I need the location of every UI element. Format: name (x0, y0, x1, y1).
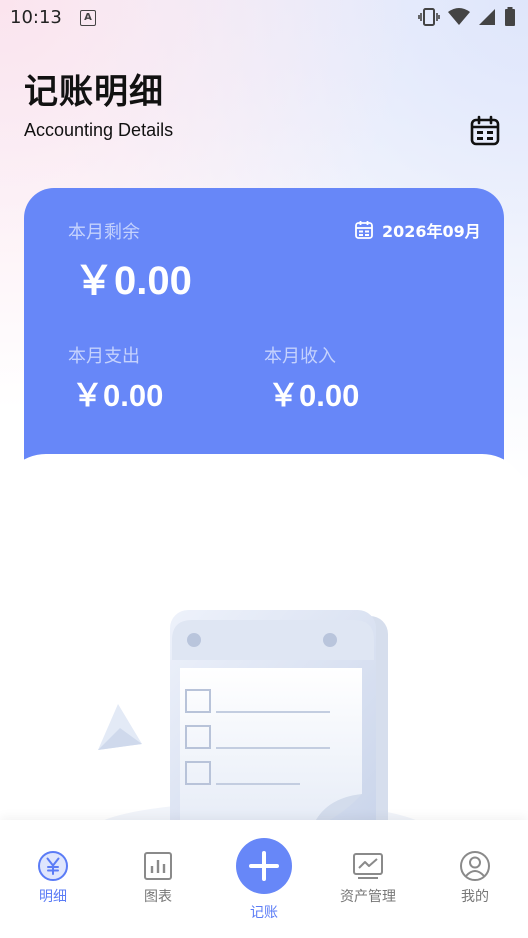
nav-item-profile[interactable]: 我的 (425, 820, 525, 920)
status-icons (418, 7, 516, 27)
expense-label: 本月支出 (68, 346, 140, 367)
nav-item-charts[interactable]: 图表 (108, 820, 208, 920)
remaining-label: 本月剩余 (68, 222, 140, 243)
bottom-navigation: 明细 图表 记账 资产管理 我的 (0, 820, 528, 938)
status-bar: 10:13 A (0, 0, 528, 36)
records-panel (0, 454, 528, 874)
nav-item-assets[interactable]: 资产管理 (318, 820, 418, 920)
status-time: 10:13 (10, 7, 62, 28)
page-title: 记账明细 (24, 72, 164, 112)
nav-label-assets: 资产管理 (340, 889, 396, 905)
nav-label-add-record[interactable]: 记账 (236, 902, 292, 922)
calendar-icon (470, 115, 500, 146)
page-subtitle: Accounting Details (24, 120, 174, 140)
income-label: 本月收入 (264, 346, 336, 367)
calendar-small-icon (355, 221, 373, 239)
notification-a-icon: A (80, 10, 96, 26)
empty-notepad-illustration (90, 610, 430, 834)
monthly-summary-card: 本月剩余 ￥0.00 2026年09月 本月支出 ￥0.00 本月收入 ￥0.0… (24, 188, 504, 488)
month-selector[interactable]: 2026年09月 (354, 218, 481, 242)
bar-chart-icon (144, 852, 172, 880)
remaining-value: ￥0.00 (74, 259, 192, 303)
yen-circle-icon (38, 851, 68, 881)
nav-label-details: 明细 (39, 889, 67, 905)
battery-icon (505, 7, 515, 26)
add-record-button[interactable] (236, 838, 292, 894)
vibrate-icon (418, 8, 440, 26)
nav-label-charts: 图表 (144, 889, 172, 905)
user-profile-icon (460, 851, 490, 881)
calendar-button[interactable] (468, 114, 502, 148)
month-text: 2026年09月 (382, 222, 481, 241)
nav-label-profile: 我的 (461, 889, 489, 905)
app-screen: 10:13 A 记账明细 Accounting Details 本月剩余 ￥0.… (0, 0, 528, 938)
wifi-icon (448, 8, 470, 25)
expense-value: ￥0.00 (72, 378, 164, 413)
income-value: ￥0.00 (268, 378, 360, 413)
trend-monitor-icon (353, 853, 383, 879)
plus-icon (249, 851, 279, 881)
nav-item-details[interactable]: 明细 (3, 820, 103, 920)
signal-icon (479, 9, 495, 25)
